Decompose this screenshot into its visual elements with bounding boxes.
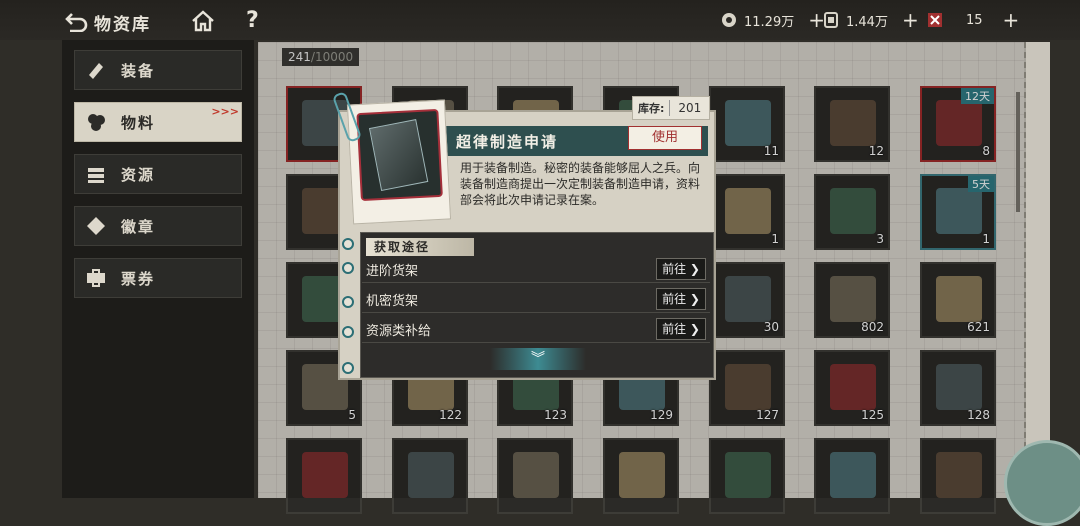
card-value: 15 <box>966 12 983 28</box>
source-row: 进阶货架 前往 ❯ <box>362 256 710 283</box>
tab-tickets[interactable]: 票券 <box>74 258 242 298</box>
help-button[interactable]: ? <box>246 8 259 33</box>
tab-materials-label: 物料 <box>121 113 156 132</box>
source-label: 进阶货架 <box>366 264 419 279</box>
goto-button[interactable]: 前往 ❯ <box>656 258 706 280</box>
materials-icon <box>88 114 105 131</box>
card-icon <box>928 13 942 27</box>
ticket-value: 1.44万 <box>846 14 888 30</box>
emblem-icon[interactable] <box>1004 440 1080 526</box>
resources-icon <box>88 168 104 183</box>
tab-equipment[interactable]: 装备 <box>74 50 242 90</box>
binder-ring <box>342 262 354 274</box>
source-title: 获取途径 <box>366 238 474 256</box>
back-icon[interactable] <box>64 10 90 32</box>
source-row: 资源类补给 前往 ❯ <box>362 316 710 343</box>
binder-ring <box>342 326 354 338</box>
equipment-icon <box>89 63 103 79</box>
goto-button[interactable]: 前往 ❯ <box>656 288 706 310</box>
page-title: 物资库 <box>94 15 151 35</box>
card-counter: 15 + <box>926 8 1019 32</box>
source-label: 资源类补给 <box>366 324 432 339</box>
active-marker: >>> <box>211 105 239 118</box>
ticket-icon <box>824 12 838 28</box>
tab-tickets-label: 票券 <box>121 269 156 288</box>
stock-label: 库存: <box>633 100 671 116</box>
coin-value: 11.29万 <box>744 14 795 30</box>
binder-ring <box>342 296 354 308</box>
add-ticket-button[interactable]: + <box>902 8 919 32</box>
expand-more-button[interactable]: ︾ <box>490 348 586 370</box>
goto-button[interactable]: 前往 ❯ <box>656 318 706 340</box>
stock-value: 201 <box>678 101 702 115</box>
source-row: 机密货架 前往 ❯ <box>362 286 710 313</box>
item-image <box>356 108 443 202</box>
item-name: 超律制造申请 <box>456 133 559 151</box>
tab-resources[interactable]: 资源 <box>74 154 242 194</box>
tab-resources-label: 资源 <box>121 165 156 184</box>
home-icon[interactable] <box>190 8 216 34</box>
item-preview-card <box>346 99 452 225</box>
notebook-edge <box>1024 42 1050 498</box>
coin-counter: 11.29万 + <box>720 8 825 32</box>
source-label: 机密货架 <box>366 294 419 309</box>
add-card-button[interactable]: + <box>1003 8 1020 32</box>
stock-indicator: 库存: 201 <box>632 96 710 120</box>
tab-equipment-label: 装备 <box>121 61 156 80</box>
top-bar: 物资库 ? 11.29万 + 1.44万 + 15 + <box>0 0 1080 40</box>
category-sidebar: 装备 物料 >>> 资源 徽章 票券 <box>62 40 254 498</box>
item-description: 用于装备制造。秘密的装备能够屈人之兵。向装备制造商提出一次定制装备制造申请，资料… <box>460 161 701 207</box>
badge-icon <box>87 217 105 235</box>
coin-icon <box>722 13 736 27</box>
binder-ring <box>342 362 354 374</box>
tab-badges[interactable]: 徽章 <box>74 206 242 246</box>
binder-ring <box>342 238 354 250</box>
use-button[interactable]: 使用 <box>628 126 702 150</box>
ticket-counter: 1.44万 + <box>822 8 919 32</box>
tab-materials[interactable]: 物料 >>> <box>74 102 242 142</box>
ticket-tab-icon <box>87 269 105 287</box>
tab-badges-label: 徽章 <box>121 217 156 236</box>
